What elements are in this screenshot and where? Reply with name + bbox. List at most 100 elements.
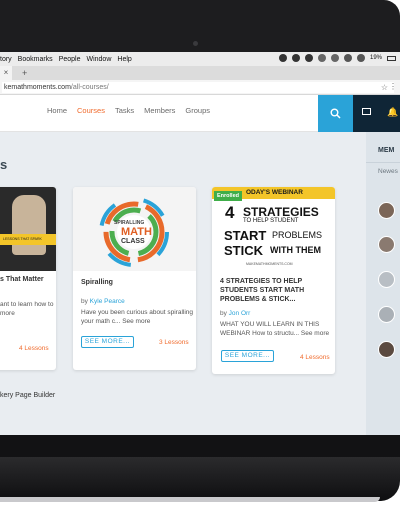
see-more-button[interactable]: SEE MORE...: [81, 336, 134, 348]
see-more-link[interactable]: See more: [122, 318, 150, 325]
course-title-line[interactable]: PROBLEMS & STICK...: [220, 295, 295, 304]
page-title: s: [0, 157, 8, 172]
course-image-title-3: CLASS: [121, 238, 145, 245]
mail-icon[interactable]: [362, 108, 371, 115]
bell-icon[interactable]: 🔔: [387, 107, 398, 118]
course-title-line[interactable]: STUDENTS START MATH: [220, 286, 304, 295]
menu-window[interactable]: Window: [86, 56, 111, 63]
course-description-line: Have you been curious about spiralling: [81, 309, 194, 316]
status-icon[interactable]: [278, 54, 287, 62]
lesson-count: 3 Lessons: [159, 339, 189, 346]
author-prefix: by: [220, 310, 229, 317]
site-header: Home Courses Tasks Members Groups 🔔: [0, 95, 400, 132]
sidebar-title: MEM: [378, 147, 395, 154]
url-field[interactable]: kemathmoments.com/all-courses/: [2, 82, 394, 93]
course-author: by Jon Orr: [220, 310, 250, 317]
main-nav: Home Courses Tasks Members Groups: [47, 106, 210, 115]
header-search-button[interactable]: [318, 95, 353, 132]
lesson-count: 4 Lessons: [19, 345, 49, 352]
course-card[interactable]: Enrolled ODAY'S WEBINAR 4 STRATEGIES TO …: [212, 187, 335, 374]
enrolled-badge: Enrolled: [214, 191, 243, 201]
course-description-truncated: your math c...: [81, 318, 121, 325]
clock-icon[interactable]: [330, 54, 339, 62]
see-more-link[interactable]: See more: [301, 330, 329, 337]
camera-icon: [193, 41, 198, 46]
course-thumbnail[interactable]: SPIRALLING MATH CLASS: [73, 187, 196, 271]
laptop-frame: tory Bookmarks People Window Help 19% × …: [0, 0, 400, 516]
webinar-title-1: STRATEGIES: [243, 205, 319, 219]
course-thumbnail-text: LESSONS THAT SPARK: [3, 237, 42, 241]
course-description-line: WHAT YOU WILL LEARN IN THIS: [220, 321, 320, 328]
laptop-base: [0, 457, 400, 501]
battery-level[interactable]: 19%: [370, 55, 382, 61]
course-thumbnail-banner: LESSONS THAT SPARK: [0, 234, 56, 245]
mac-menubar: tory Bookmarks People Window Help 19%: [0, 52, 400, 66]
author-prefix: by: [81, 298, 90, 305]
webinar-label: ODAY'S WEBINAR: [246, 189, 303, 196]
nav-members[interactable]: Members: [144, 106, 175, 115]
browser-tabbar: × +: [0, 66, 400, 80]
menu-bookmarks[interactable]: Bookmarks: [18, 56, 53, 63]
course-description-line: your math c... See more: [81, 317, 150, 326]
course-title-line[interactable]: 4 STRATEGIES TO HELP: [220, 277, 302, 286]
url-path: /all-courses/: [70, 84, 109, 91]
author-link[interactable]: Kyle Pearce: [90, 298, 125, 305]
laptop-base-edge: [0, 497, 380, 502]
cloud-icon[interactable]: [304, 54, 313, 62]
course-image-title-2: MATH: [121, 226, 152, 238]
nav-tasks[interactable]: Tasks: [115, 106, 134, 115]
webinar-title-4: PROBLEMS: [272, 230, 323, 240]
screen: tory Bookmarks People Window Help 19% × …: [0, 52, 400, 435]
avatar[interactable]: [378, 271, 395, 288]
avatar[interactable]: [378, 341, 395, 358]
header-user-area: 🔔: [353, 95, 400, 132]
menu-people[interactable]: People: [59, 56, 81, 63]
browser-menu-icon[interactable]: ⋮: [389, 82, 397, 91]
new-tab-button[interactable]: +: [22, 66, 27, 80]
webinar-title-3: START: [224, 228, 267, 243]
status-icon[interactable]: [291, 54, 300, 62]
members-sidebar: MEM Newes: [366, 132, 400, 435]
course-title[interactable]: Spiralling: [81, 278, 113, 287]
avatar[interactable]: [378, 236, 395, 253]
nav-courses[interactable]: Courses: [77, 106, 105, 115]
course-card[interactable]: SPIRALLING MATH CLASS Spiralling by Kyle…: [73, 187, 196, 370]
course-card[interactable]: LESSONS THAT SPARK s That Matter ant to …: [0, 187, 56, 370]
course-thumbnail-person: [12, 195, 46, 255]
footer-credit: kery Page Builder: [0, 392, 56, 399]
tab-close-button[interactable]: ×: [0, 66, 12, 80]
wifi-icon[interactable]: [356, 54, 365, 62]
menu-history[interactable]: tory: [0, 56, 12, 63]
see-more-button[interactable]: SEE MORE...: [221, 350, 274, 362]
bluetooth-icon[interactable]: [343, 54, 352, 62]
avatar[interactable]: [378, 306, 395, 323]
laptop-bezel-bottom: [0, 435, 400, 457]
webinar-url: MAKEMATHMOMENTS.COM: [246, 262, 293, 266]
webinar-title-6: WITH THEM: [270, 245, 321, 255]
search-icon: [330, 108, 341, 119]
display-icon[interactable]: [317, 54, 326, 62]
course-author: by Kyle Pearce: [81, 298, 125, 305]
menu-help[interactable]: Help: [117, 56, 131, 63]
course-description-truncated: WEBINAR How to structu...: [220, 330, 300, 337]
course-description-line: WEBINAR How to structu... See more: [220, 329, 329, 338]
sidebar-tab-newest[interactable]: Newes: [378, 168, 398, 175]
url-host: kemathmoments.com: [4, 84, 71, 91]
sidebar-divider: [366, 162, 400, 163]
course-thumbnail[interactable]: LESSONS THAT SPARK: [0, 187, 56, 271]
lesson-count: 4 Lessons: [300, 354, 330, 361]
webinar-title-num: 4: [225, 203, 235, 222]
browser-addressbar: kemathmoments.com/all-courses/ ☆ ⋮: [0, 80, 400, 95]
webinar-title-5: STICK: [224, 243, 263, 258]
avatar[interactable]: [378, 202, 395, 219]
laptop-bezel-top: [0, 0, 400, 52]
nav-groups[interactable]: Groups: [185, 106, 210, 115]
bookmark-star-icon[interactable]: ☆: [381, 83, 388, 92]
battery-icon[interactable]: [387, 55, 396, 61]
author-link[interactable]: Jon Orr: [229, 310, 251, 317]
nav-home[interactable]: Home: [47, 106, 67, 115]
course-title[interactable]: s That Matter: [0, 275, 44, 284]
webinar-title-2: TO HELP STUDENT: [243, 218, 299, 224]
see-more-link[interactable]: more: [0, 309, 15, 318]
course-thumbnail[interactable]: Enrolled ODAY'S WEBINAR 4 STRATEGIES TO …: [212, 187, 335, 271]
